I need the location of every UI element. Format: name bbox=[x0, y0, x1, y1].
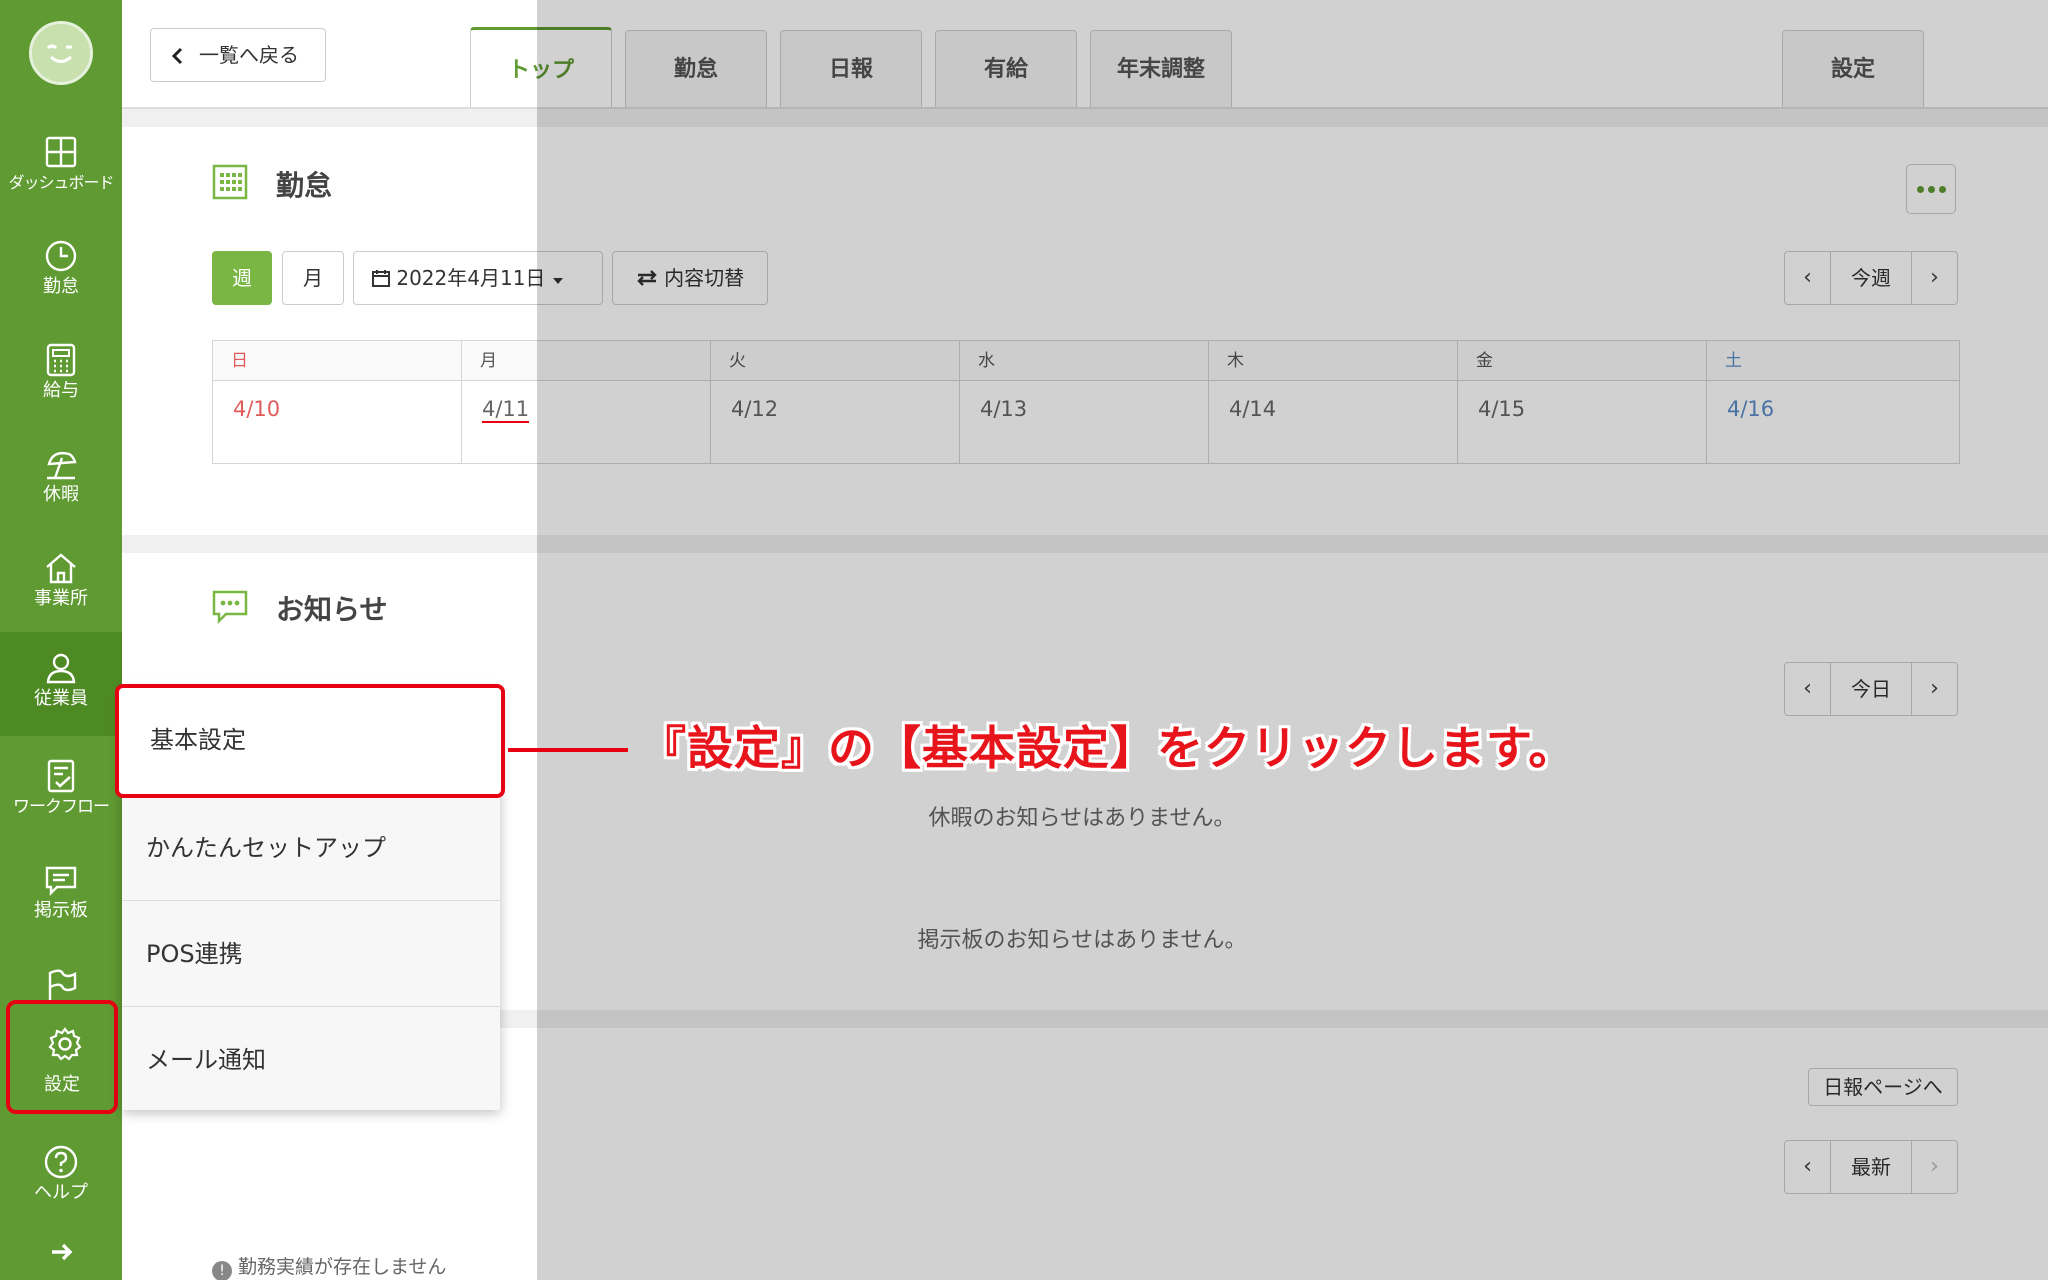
sidebar-item-payroll[interactable]: 給与 bbox=[0, 324, 122, 428]
sidebar-item-workflow[interactable]: ワークフロー bbox=[0, 740, 122, 844]
gear-icon bbox=[48, 1027, 82, 1061]
expand-sidebar-button[interactable] bbox=[0, 1232, 122, 1272]
menu-item-basic-settings[interactable]: 基本設定 bbox=[115, 684, 505, 798]
calendar-date-today: 4/11 bbox=[482, 397, 530, 423]
home-icon bbox=[46, 553, 76, 584]
sidebar-item-label: ワークフロー bbox=[13, 797, 110, 817]
sidebar-item-label: 給与 bbox=[43, 380, 79, 401]
sidebar-item-settings[interactable]: 設定 bbox=[6, 1000, 118, 1114]
grid-calendar-icon bbox=[212, 164, 248, 200]
checklist-icon bbox=[47, 759, 75, 793]
arrow-right-icon bbox=[52, 1243, 73, 1261]
chevron-left-icon bbox=[171, 47, 183, 65]
instruction-callout: 『設定』の【基本設定】をクリックします。 bbox=[640, 721, 1576, 775]
sidebar-item-label: 事業所 bbox=[34, 588, 88, 609]
settings-dropdown-menu: かんたんセットアップ POS連携 メール通知 基本設定 bbox=[115, 684, 505, 1113]
calendar-date: 4/10 bbox=[233, 397, 281, 421]
help-icon bbox=[44, 1145, 78, 1179]
sidebar-item-label: 掲示板 bbox=[34, 900, 88, 921]
no-record-text: 勤務実績が存在しません bbox=[238, 1256, 447, 1278]
sidebar-item-help[interactable]: ヘルプ bbox=[0, 1126, 122, 1230]
sidebar-item-dashboard[interactable]: ダッシュボード bbox=[0, 116, 122, 220]
flag-icon bbox=[48, 969, 77, 1002]
message-icon bbox=[45, 866, 77, 896]
user-icon bbox=[46, 653, 76, 684]
calendar-icon bbox=[372, 270, 390, 287]
sidebar-item-label: 勤怠 bbox=[43, 276, 79, 297]
dashboard-icon bbox=[45, 136, 77, 168]
sidebar-item-label: 従業員 bbox=[34, 688, 88, 709]
back-label: 一覧へ戻る bbox=[199, 43, 299, 67]
dim-overlay bbox=[537, 0, 2048, 1280]
sidebar-item-flag[interactable] bbox=[0, 948, 122, 1002]
calculator-icon bbox=[46, 343, 76, 377]
day-of-week: 日 bbox=[213, 341, 461, 381]
notices-title: お知らせ bbox=[276, 593, 388, 626]
beach-umbrella-icon bbox=[47, 451, 77, 480]
menu-item-pos-integration[interactable]: POS連携 bbox=[122, 901, 500, 1007]
logo-icon[interactable] bbox=[29, 21, 93, 85]
back-to-list-button[interactable]: 一覧へ戻る bbox=[150, 28, 326, 82]
date-picker-value: 2022年4月11日 bbox=[396, 266, 546, 290]
sidebar-item-label: ダッシュボード bbox=[8, 173, 114, 192]
sidebar-item-leave[interactable]: 休暇 bbox=[0, 428, 122, 532]
week-view-button[interactable]: 週 bbox=[212, 251, 272, 305]
clock-icon bbox=[45, 240, 77, 272]
no-record-message: ! 勤務実績が存在しません bbox=[212, 1252, 446, 1280]
menu-item-email-notification[interactable]: メール通知 bbox=[122, 1007, 500, 1113]
sidebar-item-office[interactable]: 事業所 bbox=[0, 532, 122, 636]
sidebar-item-board[interactable]: 掲示板 bbox=[0, 844, 122, 948]
info-icon: ! bbox=[212, 1261, 232, 1280]
attendance-title: 勤怠 bbox=[276, 169, 333, 202]
sidebar-item-attendance[interactable]: 勤怠 bbox=[0, 220, 122, 324]
sidebar-item-label: 設定 bbox=[44, 1074, 80, 1095]
menu-item-easy-setup[interactable]: かんたんセットアップ bbox=[122, 795, 500, 901]
calendar-day[interactable]: 日 4/10 bbox=[213, 341, 462, 463]
chat-bubble-icon bbox=[212, 590, 248, 624]
sidebar-item-label: 休暇 bbox=[43, 484, 79, 505]
sidebar-item-employees[interactable]: 従業員 bbox=[0, 632, 122, 736]
sidebar-item-label: ヘルプ bbox=[34, 1182, 88, 1203]
month-view-button[interactable]: 月 bbox=[282, 251, 344, 305]
callout-line bbox=[508, 748, 628, 752]
sidebar: ダッシュボード 勤怠 給与 休暇 事業所 従業員 ワークフロー 掲示板 設定 ヘ… bbox=[0, 0, 122, 1280]
